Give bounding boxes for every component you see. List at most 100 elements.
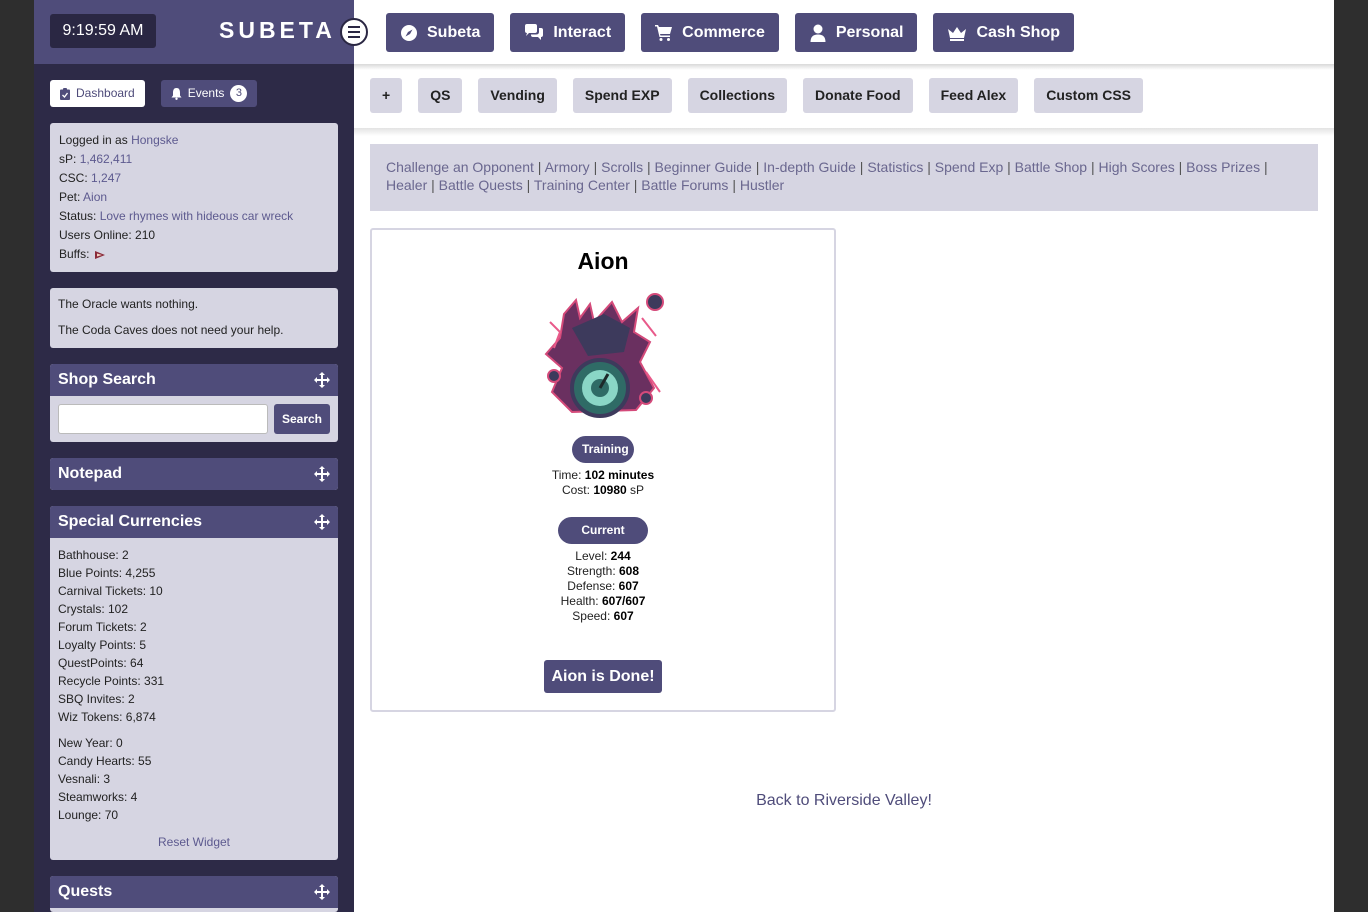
brand-bar: 9:19:59 AM SUBETA xyxy=(34,0,368,64)
main-nav: Subeta Interact Commerce Personal Cash S… xyxy=(386,13,1074,52)
oracle-notice: The Oracle wants nothing. xyxy=(58,297,199,311)
user-icon xyxy=(810,24,826,42)
tab-events[interactable]: Events 3 xyxy=(160,80,258,107)
tab-events-label: Events xyxy=(187,86,225,100)
quicklink-vending[interactable]: Vending xyxy=(478,78,557,113)
sp-value[interactable]: 1,462,411 xyxy=(80,152,133,166)
quicklink-donate-food[interactable]: Donate Food xyxy=(803,78,913,113)
site-logo[interactable]: SUBETA xyxy=(219,17,336,44)
notepad-header[interactable]: Notepad xyxy=(50,458,338,490)
currency-item: QuestPoints: 64 xyxy=(58,656,144,670)
battle-link[interactable]: Boss Prizes xyxy=(1186,159,1260,175)
quicklink-collections[interactable]: Collections xyxy=(687,78,788,113)
currencies-header[interactable]: Special Currencies xyxy=(50,506,338,538)
currency-item: Recycle Points: 331 xyxy=(58,674,165,688)
nav-personal[interactable]: Personal xyxy=(794,13,918,52)
nav-shadow xyxy=(354,64,1334,70)
pet-label: Pet: xyxy=(59,190,81,204)
pet-name: Aion xyxy=(577,248,629,274)
username-link[interactable]: Hongske xyxy=(131,133,178,147)
battle-link[interactable]: In-depth Guide xyxy=(763,159,856,175)
currency-list: Bathhouse: 2 Blue Points: 4,255 Carnival… xyxy=(50,538,338,726)
shop-search-widget: Shop Search Search xyxy=(50,364,338,442)
buff-icon[interactable] xyxy=(93,248,107,262)
seasonal-currency-item: Vesnali: 3 xyxy=(58,772,111,786)
quicklink-spend-exp[interactable]: Spend EXP xyxy=(572,78,672,113)
status-link[interactable]: Love rhymes with hideous car wreck xyxy=(100,209,293,223)
back-to-riverside-link[interactable]: Back to Riverside Valley! xyxy=(370,792,1318,810)
currency-item: Wiz Tokens: 6,874 xyxy=(58,710,156,724)
quicklink-feed-alex[interactable]: Feed Alex xyxy=(928,78,1019,113)
battle-link[interactable]: Battle Shop xyxy=(1015,159,1087,175)
currency-item: Carnival Tickets: 10 xyxy=(58,584,163,598)
quicklink-add[interactable]: + xyxy=(370,78,403,113)
nav-cash-shop[interactable]: Cash Shop xyxy=(933,13,1074,52)
csc-value[interactable]: 1,247 xyxy=(91,171,121,185)
currency-item: Forum Tickets: 2 xyxy=(58,620,147,634)
battle-link[interactable]: Battle Quests xyxy=(439,177,523,193)
events-count-badge: 3 xyxy=(230,85,248,102)
special-currencies-widget: Special Currencies Bathhouse: 2 Blue Poi… xyxy=(50,506,338,860)
current-stats-label: Current Stats xyxy=(558,517,648,564)
notepad-title: Notepad xyxy=(58,465,122,482)
currencies-title: Special Currencies xyxy=(58,513,203,530)
currency-item: Bathhouse: 2 xyxy=(58,548,129,562)
training-label: Training xyxy=(572,436,634,463)
nav-subeta-label: Subeta xyxy=(427,23,481,41)
users-online-value: 210 xyxy=(135,228,156,242)
move-icon[interactable] xyxy=(314,514,330,530)
battle-link[interactable]: Spend Exp xyxy=(935,159,1004,175)
bell-icon xyxy=(171,87,182,100)
battle-link[interactable]: Training Center xyxy=(534,177,630,193)
sidebar: 9:19:59 AM SUBETA Dashboard Events 3 Log… xyxy=(34,0,368,912)
stat-defense: Defense: 607 xyxy=(567,579,639,593)
nav-subeta[interactable]: Subeta xyxy=(386,13,495,52)
shop-search-title: Shop Search xyxy=(58,371,156,388)
shop-search-button[interactable]: Search xyxy=(274,404,330,434)
battle-link[interactable]: Challenge an Opponent xyxy=(386,159,534,175)
reset-widget-link[interactable]: Reset Widget xyxy=(50,835,338,849)
nav-interact[interactable]: Interact xyxy=(510,13,626,52)
pet-image xyxy=(544,293,664,418)
battle-link[interactable]: High Scores xyxy=(1098,159,1174,175)
training-cost: Cost: 10980 sP xyxy=(561,483,645,497)
nav-commerce[interactable]: Commerce xyxy=(641,13,779,52)
seasonal-currency-item: New Year: 0 xyxy=(58,736,123,750)
shop-search-input[interactable] xyxy=(58,404,268,434)
shop-search-header[interactable]: Shop Search xyxy=(50,364,338,396)
seasonal-currency-item: Steamworks: 4 xyxy=(58,790,138,804)
quests-header[interactable]: Quests xyxy=(50,876,338,908)
battle-link[interactable]: Healer xyxy=(386,177,427,193)
coda-caves-notice: The Coda Caves does not need your help. xyxy=(58,323,284,337)
stat-speed: Speed: 607 xyxy=(572,609,634,623)
move-icon[interactable] xyxy=(314,466,330,482)
quicklink-custom-css[interactable]: Custom CSS xyxy=(1034,78,1143,113)
crown-icon xyxy=(948,26,967,41)
sp-label: sP: xyxy=(59,152,77,166)
quicklink-qs[interactable]: QS xyxy=(418,78,463,113)
quests-widget: Quests xyxy=(50,876,338,912)
pet-link[interactable]: Aion xyxy=(83,190,107,204)
logged-in-label: Logged in as xyxy=(59,133,128,147)
tab-dashboard[interactable]: Dashboard xyxy=(50,80,145,107)
notices-panel: The Oracle wants nothing. The Coda Caves… xyxy=(50,288,338,348)
move-icon[interactable] xyxy=(314,372,330,388)
menu-toggle-icon[interactable] xyxy=(340,18,368,46)
battle-link[interactable]: Armory xyxy=(545,159,590,175)
battle-link[interactable]: Scrolls xyxy=(601,159,643,175)
users-online-label: Users Online: xyxy=(59,228,132,242)
buffs-label: Buffs: xyxy=(59,247,90,261)
battle-link[interactable]: Beginner Guide xyxy=(655,159,752,175)
status-label: Status: xyxy=(59,209,97,223)
user-info-panel: Logged in as Hongske sP: 1,462,411 CSC: … xyxy=(50,123,338,272)
currency-item: Blue Points: 4,255 xyxy=(58,566,156,580)
pet-done-button[interactable]: Aion is Done! xyxy=(544,660,662,693)
quests-title: Quests xyxy=(58,883,113,900)
move-icon[interactable] xyxy=(314,884,330,900)
nav-interact-label: Interact xyxy=(553,23,612,41)
seasonal-currency-item: Lounge: 70 xyxy=(58,808,119,822)
battle-link[interactable]: Battle Forums xyxy=(641,177,728,193)
battle-link[interactable]: Statistics xyxy=(867,159,923,175)
battle-link[interactable]: Hustler xyxy=(740,177,784,193)
seasonal-currency-item: Candy Hearts: 55 xyxy=(58,754,152,768)
